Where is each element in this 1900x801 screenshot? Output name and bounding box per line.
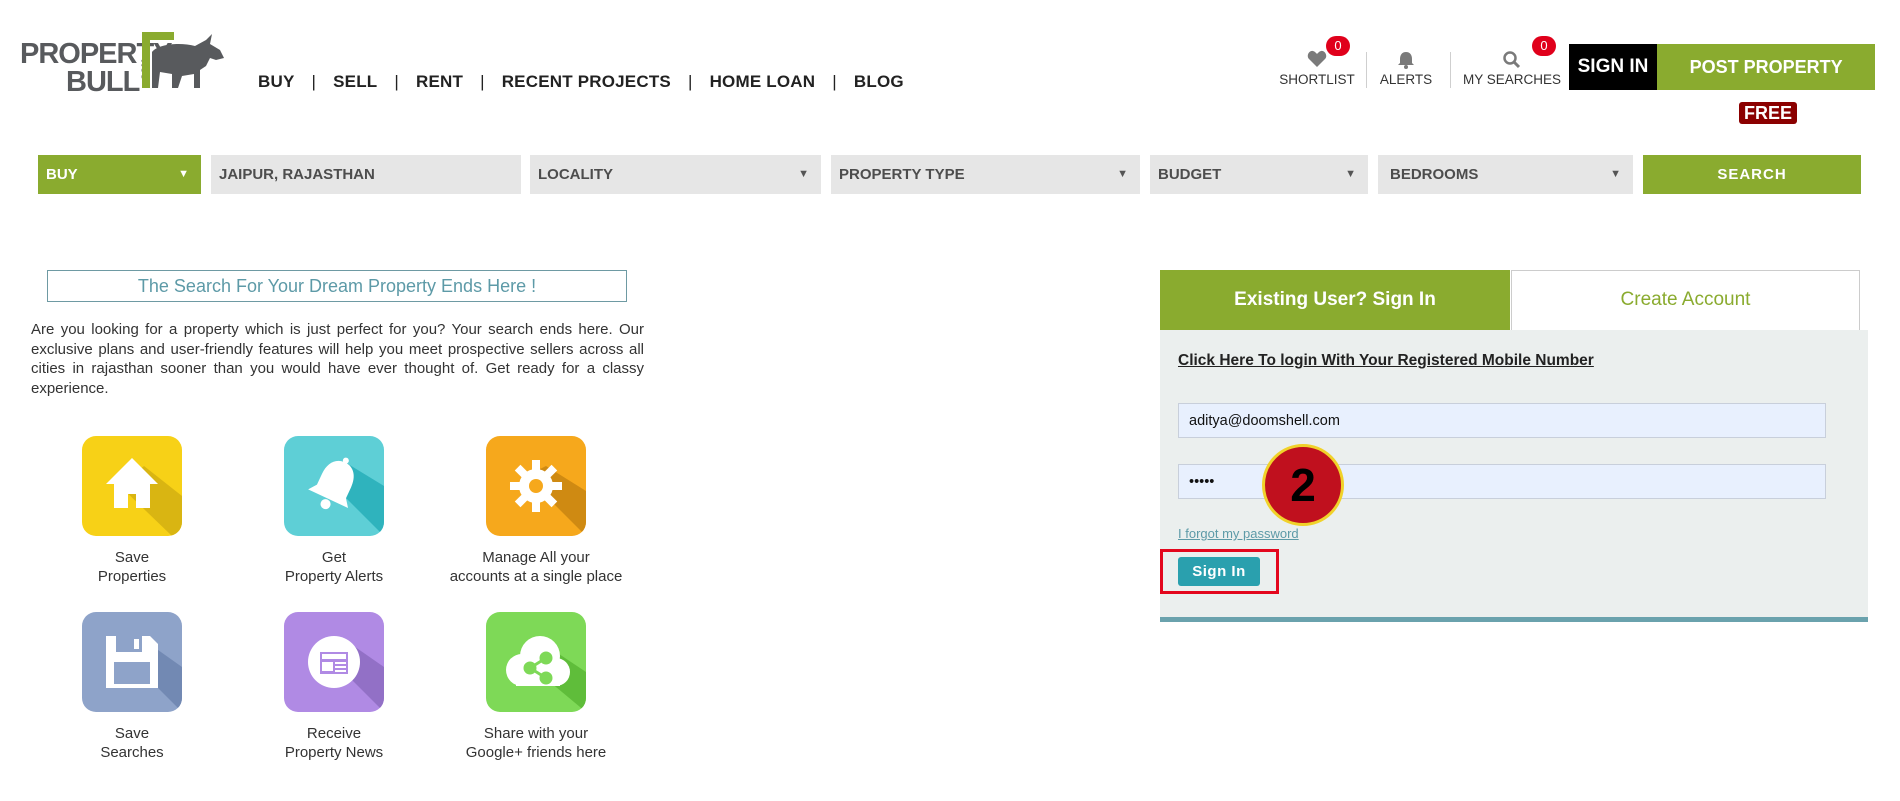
feature-label: Get Property Alerts: [284, 549, 384, 585]
chevron-down-icon: ▼: [178, 168, 189, 180]
site-logo[interactable]: PROPERTY BULL .COM: [20, 30, 224, 97]
main-nav: BUY | SELL | RENT | RECENT PROJECTS | HO…: [258, 72, 904, 92]
nav-rent[interactable]: RENT: [416, 72, 463, 92]
feature-label: Save Properties: [97, 549, 167, 585]
locality-select[interactable]: LOCALITY ▼: [530, 155, 821, 194]
locality-value: LOCALITY: [538, 166, 613, 183]
listing-type-select[interactable]: BUY ▼: [38, 155, 201, 194]
budget-select[interactable]: BUDGET ▼: [1150, 155, 1368, 194]
chevron-down-icon: ▼: [798, 168, 809, 180]
my-searches-label: MY SEARCHES: [1462, 72, 1562, 87]
forgot-password-link[interactable]: I forgot my password: [1178, 526, 1299, 541]
mobile-login-link[interactable]: Click Here To login With Your Registered…: [1178, 352, 1594, 370]
hero-tagline: The Search For Your Dream Property Ends …: [47, 270, 627, 302]
nav-sell[interactable]: SELL: [333, 72, 377, 92]
header-divider: [1450, 52, 1451, 88]
bull-logo-icon: [142, 32, 224, 88]
alerts-label: ALERTS: [1379, 72, 1433, 87]
feature-manage-accounts: Manage All your accounts at a single pla…: [436, 436, 636, 586]
my-searches-count-badge: 0: [1532, 36, 1556, 56]
tab-create-account[interactable]: Create Account: [1511, 270, 1860, 330]
share-cloud-icon: [486, 612, 586, 712]
feature-save-properties: Save Properties: [32, 436, 232, 586]
feature-label: Manage All your accounts at a single pla…: [449, 549, 623, 585]
home-icon: [82, 436, 182, 536]
feature-label: Save Searches: [100, 725, 164, 761]
email-field[interactable]: [1178, 403, 1826, 438]
post-property-button[interactable]: POST PROPERTY FREE: [1657, 44, 1875, 124]
feature-property-alerts: Get Property Alerts: [234, 436, 434, 586]
bedrooms-select[interactable]: BEDROOMS ▼: [1378, 155, 1633, 194]
nav-separator: |: [394, 72, 399, 91]
feature-share-google-plus: Share with your Google+ friends here: [436, 612, 636, 762]
bell-icon: [284, 436, 384, 536]
nav-recent-projects[interactable]: RECENT PROJECTS: [502, 72, 671, 92]
newspaper-icon: [284, 612, 384, 712]
gear-icon: [486, 436, 586, 536]
budget-value: BUDGET: [1158, 166, 1222, 183]
nav-buy[interactable]: BUY: [258, 72, 295, 92]
search-button[interactable]: SEARCH: [1643, 155, 1861, 194]
city-input[interactable]: JAIPUR, RAJASTHAN: [211, 155, 521, 194]
nav-separator: |: [480, 72, 485, 91]
tab-existing-user-sign-in[interactable]: Existing User? Sign In: [1160, 270, 1510, 330]
nav-separator: |: [832, 72, 837, 91]
header-sign-in-button[interactable]: SIGN IN: [1569, 44, 1657, 90]
my-searches-link[interactable]: 0 MY SEARCHES: [1462, 36, 1562, 87]
bell-icon: [1376, 50, 1436, 72]
feature-label: Receive Property News: [284, 725, 384, 761]
feature-property-news: Receive Property News: [234, 612, 434, 762]
step-number-badge: 2: [1262, 444, 1344, 526]
shortlist-label: SHORTLIST: [1279, 72, 1355, 87]
feature-save-searches: Save Searches: [32, 612, 232, 762]
property-type-select[interactable]: PROPERTY TYPE ▼: [831, 155, 1140, 194]
post-property-label: POST PROPERTY: [1689, 57, 1843, 77]
listing-type-value: BUY: [46, 166, 78, 183]
nav-home-loan[interactable]: HOME LOAN: [710, 72, 816, 92]
bedrooms-value: BEDROOMS: [1390, 166, 1479, 183]
free-badge: FREE: [1738, 102, 1797, 124]
nav-separator: |: [687, 72, 693, 91]
hero-intro-text: Are you looking for a property which is …: [31, 321, 644, 397]
property-type-value: PROPERTY TYPE: [839, 166, 965, 183]
nav-separator: |: [311, 72, 317, 91]
floppy-disk-icon: [82, 612, 182, 712]
chevron-down-icon: ▼: [1610, 168, 1621, 180]
login-panel-bottom-border: [1160, 617, 1868, 622]
nav-blog[interactable]: BLOG: [854, 72, 904, 92]
chevron-down-icon: ▼: [1117, 168, 1128, 180]
shortlist-link[interactable]: 0 SHORTLIST: [1278, 36, 1356, 87]
alerts-link[interactable]: ALERTS: [1376, 50, 1436, 87]
shortlist-count-badge: 0: [1326, 36, 1350, 56]
chevron-down-icon: ▼: [1345, 168, 1356, 180]
sign-in-highlight-box: [1160, 549, 1279, 594]
feature-label: Share with your Google+ friends here: [465, 725, 607, 761]
header-divider: [1366, 52, 1367, 88]
